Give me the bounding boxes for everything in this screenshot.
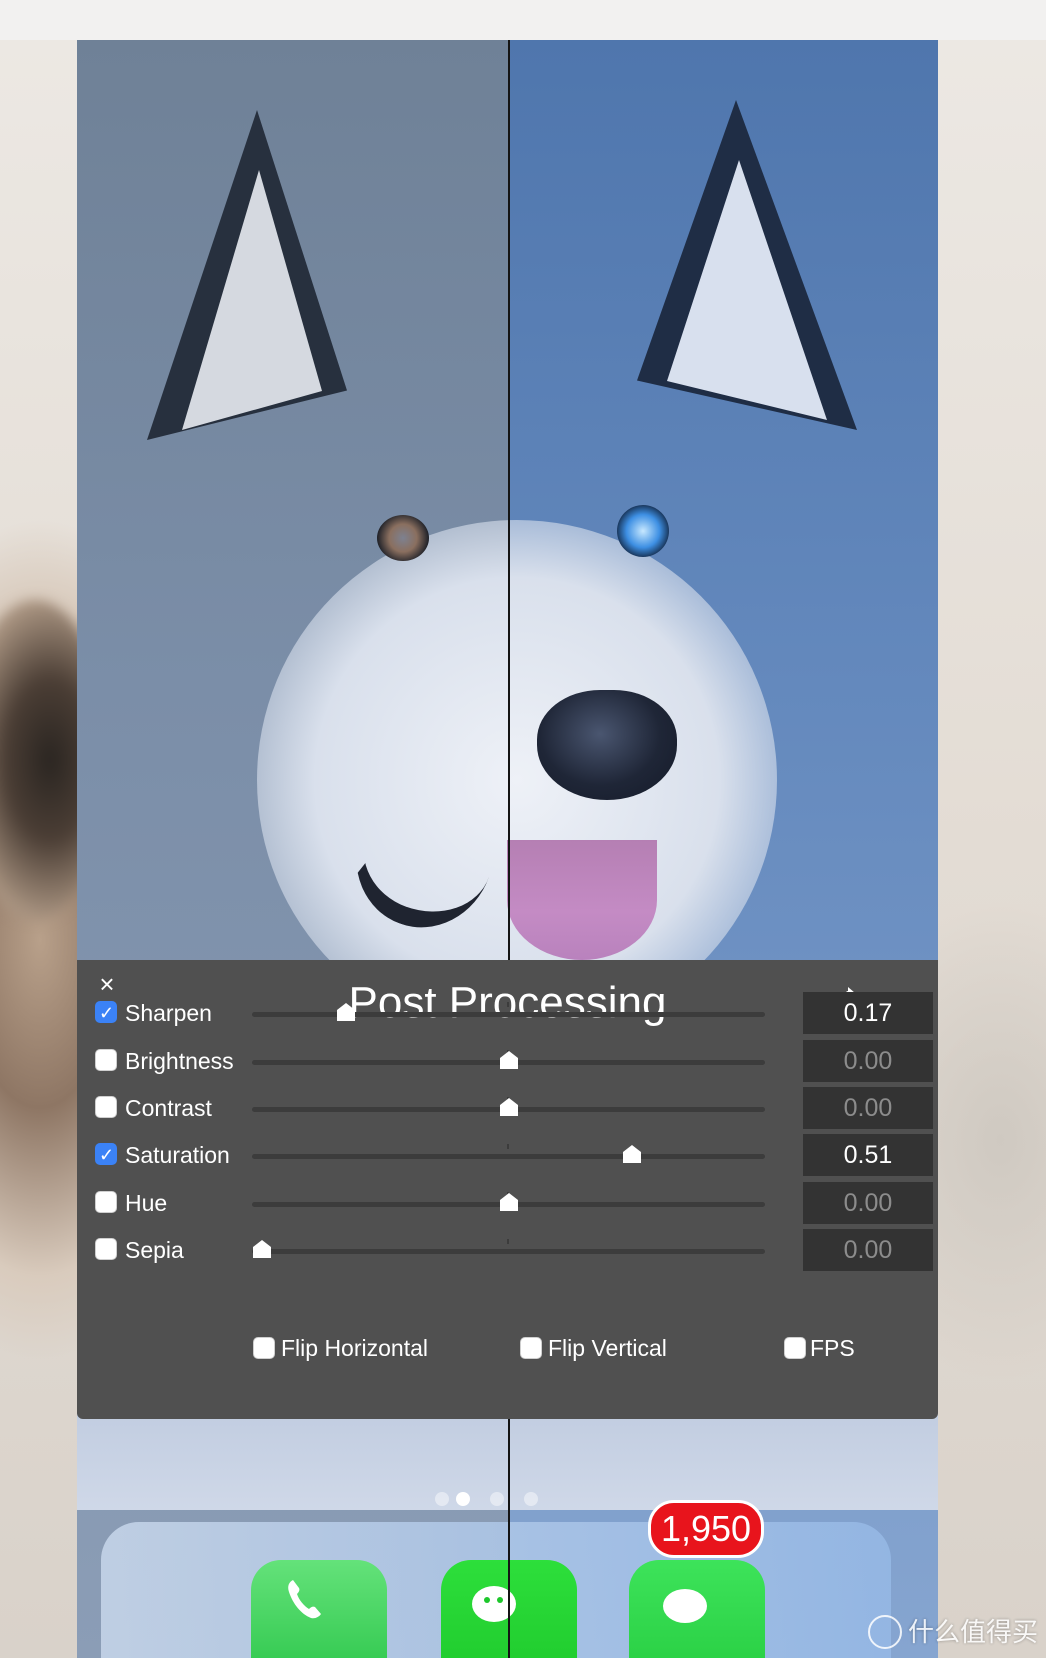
saturation-checkbox[interactable]: ✓ bbox=[95, 1143, 117, 1165]
page-dot[interactable] bbox=[490, 1492, 504, 1506]
flip-horizontal-label: Flip Horizontal bbox=[281, 1335, 428, 1361]
brightness-slider[interactable] bbox=[252, 1050, 765, 1069]
contrast-label: Contrast bbox=[125, 1095, 212, 1121]
dog-tongue bbox=[507, 840, 657, 960]
phone-app[interactable] bbox=[251, 1560, 387, 1658]
dock bbox=[101, 1522, 891, 1658]
checkmark-icon: ✓ bbox=[99, 1003, 115, 1023]
sepia-label: Sepia bbox=[125, 1237, 184, 1263]
sharpen-label: Sharpen bbox=[125, 1000, 212, 1026]
saturation-value[interactable]: 0.51 bbox=[803, 1134, 933, 1176]
sharpen-slider[interactable] bbox=[252, 1002, 765, 1021]
slider-thumb-icon[interactable] bbox=[336, 1002, 356, 1022]
sepia-slider[interactable] bbox=[252, 1239, 765, 1258]
hue-slider[interactable] bbox=[252, 1192, 765, 1211]
post-processing-panel: × Post Processing ✓ Sharpen 0.17 Brightness… bbox=[77, 960, 938, 1419]
slider-thumb-icon[interactable] bbox=[499, 1097, 519, 1117]
hue-row: Hue 0.00 bbox=[95, 1180, 933, 1226]
page-dot[interactable] bbox=[524, 1492, 538, 1506]
sharpen-row: ✓ Sharpen 0.17 bbox=[95, 990, 933, 1036]
sepia-value[interactable]: 0.00 bbox=[803, 1229, 933, 1271]
sepia-row: Sepia 0.00 bbox=[95, 1227, 933, 1273]
hue-value[interactable]: 0.00 bbox=[803, 1182, 933, 1224]
dog-eye-right bbox=[617, 505, 669, 557]
watermark-text: 什么值得买 bbox=[907, 1617, 1038, 1647]
watermark: 什么值得买 bbox=[867, 1612, 1038, 1652]
page-dot-active[interactable] bbox=[456, 1492, 470, 1506]
brightness-value[interactable]: 0.00 bbox=[803, 1040, 933, 1082]
watermark-logo-icon bbox=[867, 1615, 902, 1649]
brightness-checkbox[interactable] bbox=[95, 1049, 117, 1071]
fps-checkbox[interactable] bbox=[784, 1337, 806, 1359]
brightness-label: Brightness bbox=[125, 1048, 234, 1074]
contrast-value[interactable]: 0.00 bbox=[803, 1087, 933, 1129]
options-row: Flip Horizontal Flip Vertical FPS bbox=[77, 1328, 938, 1368]
message-count-badge: 1,950 bbox=[648, 1500, 764, 1558]
saturation-row: ✓ Saturation 0.51 bbox=[95, 1132, 933, 1178]
messages-icon bbox=[663, 1589, 707, 1623]
sharpen-checkbox[interactable]: ✓ bbox=[95, 1001, 117, 1023]
flip-horizontal-checkbox[interactable] bbox=[253, 1337, 275, 1359]
contrast-checkbox[interactable] bbox=[95, 1096, 117, 1118]
slider-thumb-icon[interactable] bbox=[622, 1144, 642, 1164]
messages-app[interactable] bbox=[629, 1560, 765, 1658]
slider-thumb-icon[interactable] bbox=[499, 1050, 519, 1070]
saturation-slider[interactable] bbox=[252, 1144, 765, 1163]
wechat-icon bbox=[472, 1586, 516, 1622]
checkmark-icon: ✓ bbox=[99, 1145, 115, 1165]
hue-label: Hue bbox=[125, 1190, 168, 1216]
phone-icon bbox=[288, 1580, 321, 1619]
brightness-row: Brightness 0.00 bbox=[95, 1038, 933, 1084]
sharpen-value[interactable]: 0.17 bbox=[803, 992, 933, 1034]
flip-vertical-label: Flip Vertical bbox=[548, 1335, 667, 1361]
page-dot[interactable] bbox=[435, 1492, 449, 1506]
flip-vertical-checkbox[interactable] bbox=[520, 1337, 542, 1359]
dog-eye-left bbox=[377, 515, 429, 561]
dog-nose bbox=[537, 690, 677, 800]
fps-label: FPS bbox=[810, 1335, 855, 1361]
contrast-row: Contrast 0.00 bbox=[95, 1085, 933, 1131]
sepia-checkbox[interactable] bbox=[95, 1238, 117, 1260]
saturation-label: Saturation bbox=[125, 1142, 230, 1168]
hue-checkbox[interactable] bbox=[95, 1191, 117, 1213]
contrast-slider[interactable] bbox=[252, 1097, 765, 1116]
slider-thumb-icon[interactable] bbox=[499, 1192, 519, 1212]
slider-thumb-icon[interactable] bbox=[252, 1239, 272, 1259]
top-bar bbox=[0, 0, 1046, 41]
